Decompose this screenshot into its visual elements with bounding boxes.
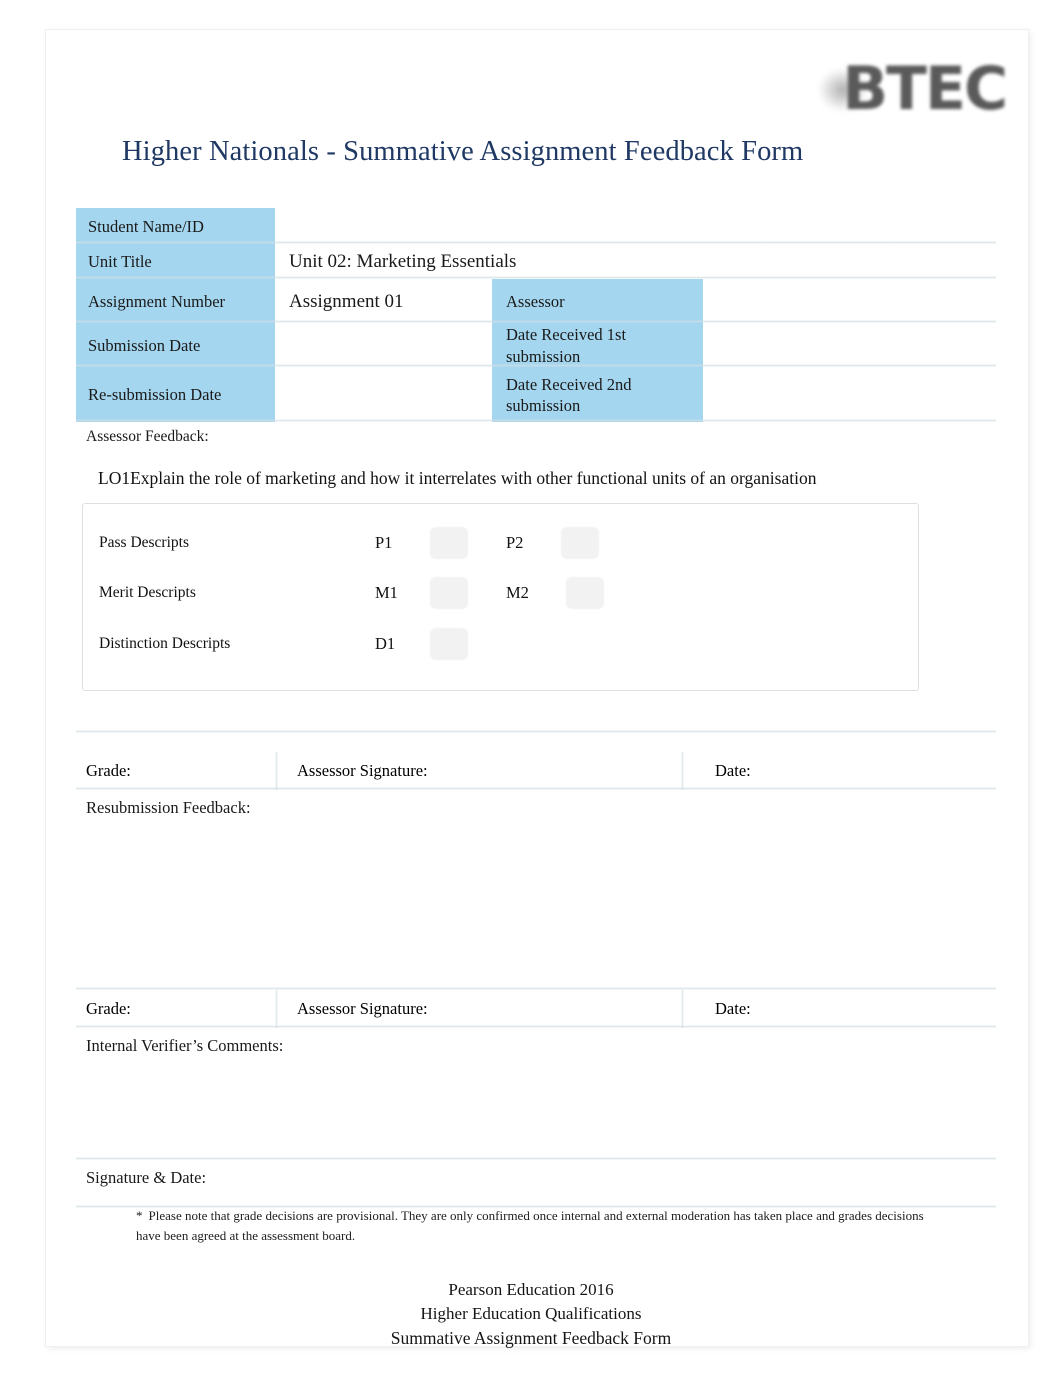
grade-row-assessor-2: Grade: Assessor Signature: Date:	[76, 990, 996, 1028]
value-assessor[interactable]	[703, 279, 996, 323]
descriptor-code-p1: P1	[375, 533, 393, 552]
label-resubmission-date: Re-submission Date	[76, 367, 275, 422]
assessor-feedback-label: Assessor Feedback:	[86, 428, 209, 445]
checkbox-d1[interactable]	[430, 628, 468, 660]
date-label-1[interactable]: Date:	[703, 752, 996, 790]
document-page: BTEC Higher Nationals - Summative Assign…	[46, 30, 1028, 1346]
label-date-received-second: Date Received 2nd submission	[492, 367, 703, 422]
label-student-name: Student Name/ID	[76, 208, 275, 244]
grade-label-1[interactable]: Grade:	[76, 752, 285, 790]
footer-line-publisher: Pearson Education 2016	[448, 1280, 614, 1299]
checkbox-placeholder	[561, 628, 599, 660]
internal-verifier-label: Internal Verifier’s Comments:	[76, 1028, 996, 1056]
student-info-table: Student Name/ID Unit Title Unit 02: Mark…	[76, 208, 996, 422]
assessor-signature-label-1[interactable]: Assessor Signature:	[285, 752, 703, 790]
table-row: Unit Title Unit 02: Marketing Essentials	[76, 244, 996, 279]
descriptor-code-p2: P2	[506, 533, 524, 552]
label-unit-title: Unit Title	[76, 244, 275, 279]
value-date-received-second[interactable]	[703, 367, 996, 422]
descriptor-row-pass: Pass Descripts P1 P2	[99, 518, 918, 568]
footnote-asterisk: *	[136, 1208, 143, 1223]
footnote: * Please note that grade decisions are pr…	[136, 1206, 926, 1246]
signature-date-section[interactable]: Signature & Date:	[76, 1160, 996, 1208]
value-submission-date[interactable]	[275, 323, 492, 367]
grade-row-assessor-1: Grade: Assessor Signature: Date:	[76, 752, 996, 790]
checkbox-p2[interactable]	[561, 527, 599, 559]
internal-verifier-section[interactable]: Internal Verifier’s Comments:	[76, 1028, 996, 1160]
label-submission-date: Submission Date	[76, 323, 275, 367]
descriptor-code-m1: M1	[375, 583, 398, 602]
btec-logo-text: BTEC	[842, 54, 1008, 124]
learning-outcome-text: LO1Explain the role of marketing and how…	[98, 468, 817, 488]
page-footer: Pearson Education 2016 Higher Education …	[0, 1278, 1062, 1351]
label-assignment-number: Assignment Number	[76, 279, 275, 323]
value-assignment-number[interactable]: Assignment 01	[275, 279, 492, 323]
grade-label-2[interactable]: Grade:	[76, 990, 285, 1028]
table-row: Grade: Assessor Signature: Date:	[76, 990, 996, 1028]
checkbox-m2[interactable]	[566, 577, 604, 609]
table-row: Re-submission Date Date Received 2nd sub…	[76, 367, 996, 422]
descriptor-code-d1: D1	[375, 634, 396, 653]
date-label-2[interactable]: Date:	[703, 990, 996, 1028]
page-title: Higher Nationals - Summative Assignment …	[122, 136, 804, 167]
descriptor-label-distinction: Distinction Descripts	[99, 635, 231, 652]
resubmission-feedback-section[interactable]: Resubmission Feedback:	[76, 790, 996, 990]
table-row: Grade: Assessor Signature: Date:	[76, 752, 996, 790]
footer-line-form-name: Summative Assignment Feedback Form	[390, 1328, 672, 1349]
resubmission-feedback-label: Resubmission Feedback:	[76, 790, 996, 818]
table-row: Student Name/ID	[76, 208, 996, 244]
signature-date-label: Signature & Date:	[76, 1160, 996, 1188]
checkbox-p1[interactable]	[430, 527, 468, 559]
assessor-feedback-section: Assessor Feedback: LO1Explain the role o…	[76, 422, 996, 733]
value-student-name[interactable]	[275, 208, 996, 244]
descriptor-label-pass: Pass Descripts	[99, 534, 189, 551]
table-row: Assignment Number Assignment 01 Assessor	[76, 279, 996, 323]
descriptor-row-merit: Merit Descripts M1 M2	[99, 568, 918, 618]
descriptors-box: Pass Descripts P1 P2 Merit Descripts M1 …	[82, 503, 919, 691]
descriptor-row-distinction: Distinction Descripts D1	[99, 619, 918, 669]
value-date-received-first[interactable]	[703, 323, 996, 367]
descriptor-code-m2: M2	[506, 583, 529, 602]
footnote-text: Please note that grade decisions are pro…	[136, 1208, 924, 1244]
label-assessor: Assessor	[492, 279, 703, 323]
signature-date-input[interactable]	[76, 1188, 996, 1206]
value-unit-title[interactable]: Unit 02: Marketing Essentials	[275, 244, 996, 279]
resubmission-feedback-input[interactable]	[76, 818, 996, 980]
assessor-signature-label-2[interactable]: Assessor Signature:	[285, 990, 703, 1028]
section-divider	[76, 730, 996, 733]
internal-verifier-input[interactable]	[76, 1056, 996, 1152]
table-row: Submission Date Date Received 1st submis…	[76, 323, 996, 367]
btec-logo: BTEC	[810, 48, 1010, 132]
checkbox-m1[interactable]	[430, 577, 468, 609]
footer-line-qualifications: Higher Education Qualifications	[420, 1304, 642, 1324]
label-date-received-first: Date Received 1st submission	[492, 323, 703, 367]
value-resubmission-date[interactable]	[275, 367, 492, 422]
descriptor-label-merit: Merit Descripts	[99, 584, 196, 601]
